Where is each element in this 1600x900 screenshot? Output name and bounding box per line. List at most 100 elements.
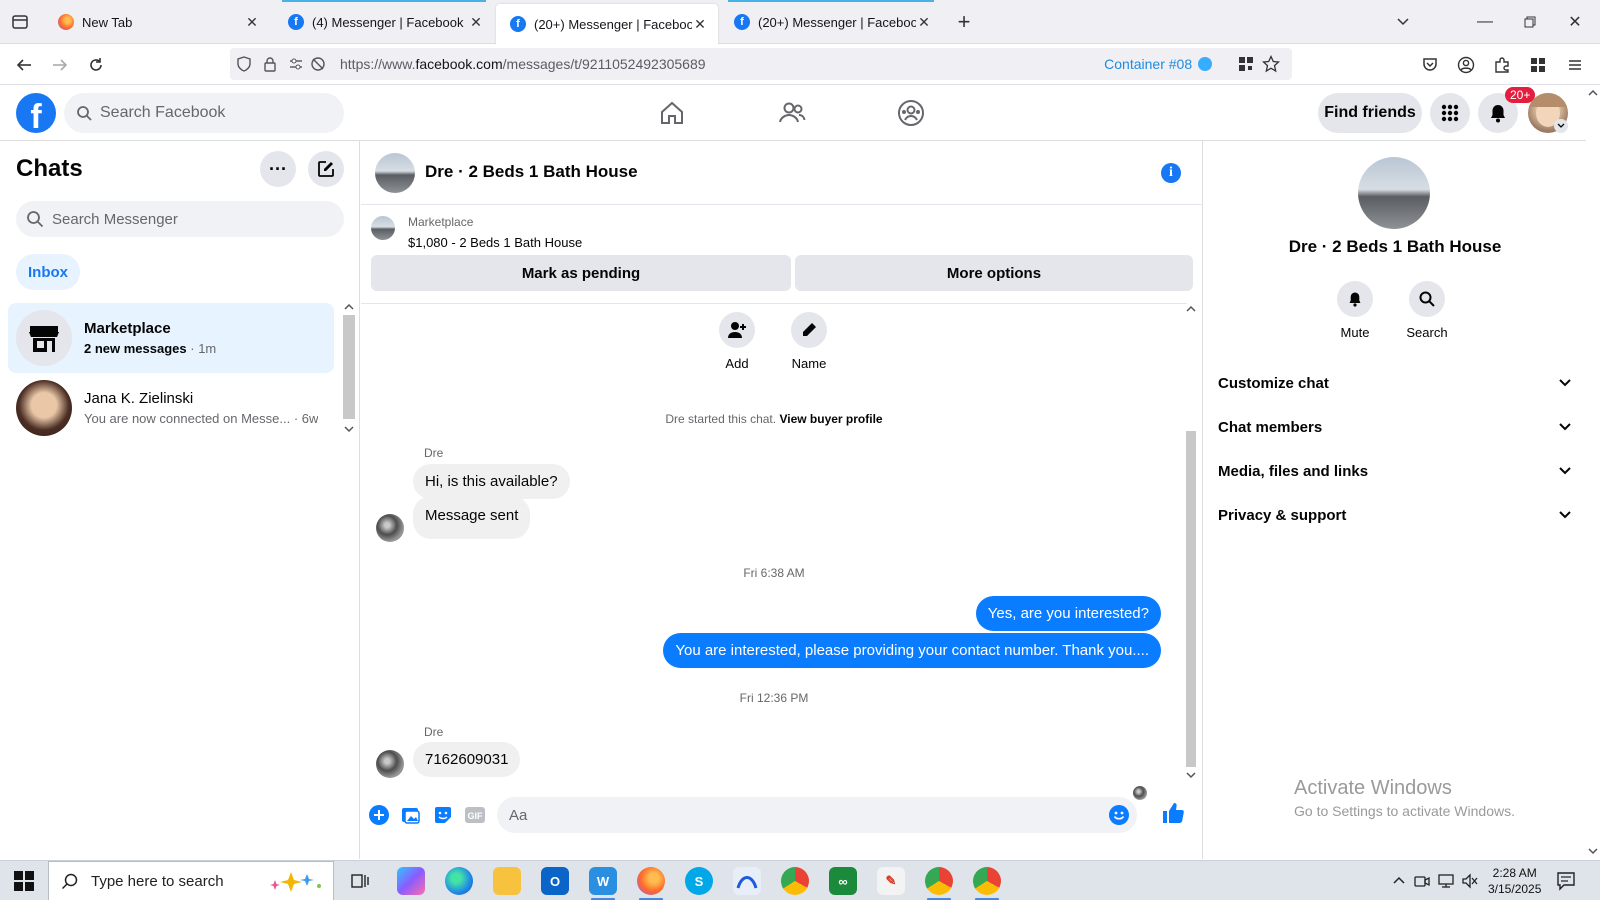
chrome-app-icon[interactable] [781,867,809,895]
chat-list-item-marketplace[interactable]: Marketplace 2 new messages · 1m [8,303,334,373]
back-arrow-icon[interactable] [12,53,36,77]
chat-list-scrollbar[interactable] [342,299,356,437]
listing-avatar[interactable] [375,153,415,193]
listing-photo-avatar[interactable] [1358,157,1430,229]
account-icon[interactable] [1454,53,1478,77]
facebook-search-input[interactable] [100,104,320,122]
copilot-app-icon[interactable] [397,867,425,895]
more-options-button[interactable]: More options [795,255,1193,291]
lock-icon[interactable] [262,56,278,72]
chat-members-section[interactable]: Chat members [1218,407,1572,447]
container-label[interactable]: Container #08 [1104,56,1212,72]
message-input-box[interactable] [497,797,1137,833]
close-tab-icon[interactable]: ✕ [244,14,260,31]
forward-arrow-icon[interactable] [48,53,72,77]
browser-tab-messenger-active[interactable]: f (20+) Messenger | Facebook ✕ [496,4,718,44]
inbox-tab[interactable]: Inbox [16,254,80,290]
messenger-search-box[interactable] [16,201,344,237]
facebook-search-box[interactable] [64,93,344,133]
thread-scrollbar[interactable] [1183,301,1199,781]
conversation-title[interactable]: Dre · 2 Beds 1 Bath House [425,162,638,182]
sender-avatar[interactable] [376,514,404,542]
groups-icon[interactable] [895,97,927,129]
messenger-search-input[interactable] [52,210,312,228]
volume-muted-icon[interactable] [1462,873,1478,889]
add-person-icon[interactable] [719,312,755,348]
browser-tab-messenger-3[interactable]: f (20+) Messenger | Facebook ✕ [720,0,942,44]
listing-price-title[interactable]: $1,080 - 2 Beds 1 Bath House [408,235,582,250]
chat-list-item-jana[interactable]: Jana K. Zielinski You are now connected … [8,373,334,443]
network-icon[interactable] [1438,873,1454,889]
search-in-conversation-button[interactable]: Search [1392,281,1462,340]
account-chevron-icon[interactable] [1554,119,1568,133]
friends-icon[interactable] [776,97,808,129]
extensions-icon[interactable] [1490,53,1514,77]
url-text[interactable]: https://www.facebook.com/messages/t/9211… [340,56,706,72]
bookmark-star-icon[interactable] [1262,55,1280,73]
arc-app-icon[interactable] [733,867,761,895]
close-tab-icon[interactable]: ✕ [692,16,708,33]
incoming-message[interactable]: Message sent [413,496,531,539]
close-tab-icon[interactable]: ✕ [468,14,484,31]
view-buyer-profile-link[interactable]: View buyer profile [779,412,882,426]
taskbar-search-box[interactable]: Type here to search [48,861,334,900]
outgoing-message[interactable]: Yes, are you interested? [975,596,1161,631]
media-files-links-section[interactable]: Media, files and links [1218,451,1572,491]
incoming-message[interactable]: 7162609031 [413,742,521,777]
edit-name-pencil-icon[interactable] [791,312,827,348]
notification-center-icon[interactable] [1556,871,1580,891]
info-icon[interactable]: i [1161,163,1181,183]
facebook-logo[interactable]: f [16,93,56,133]
chrome-profile-r-icon[interactable] [973,867,1001,900]
pocket-icon[interactable] [1418,53,1442,77]
task-view-icon[interactable] [350,871,370,891]
sticker-icon[interactable] [431,803,455,827]
listing-thumbnail[interactable] [371,216,395,240]
edge-app-icon[interactable] [445,867,473,895]
meet-now-icon[interactable] [1414,873,1430,889]
shield-icon[interactable] [236,56,252,72]
word-app-icon[interactable]: W [589,867,617,900]
emoji-icon[interactable] [1109,805,1129,825]
sender-avatar[interactable] [376,750,404,778]
tab-list-icon[interactable] [10,12,30,32]
firefox-app-icon[interactable] [637,867,665,900]
container-grid-icon[interactable] [1526,53,1550,77]
privacy-support-section[interactable]: Privacy & support [1218,495,1572,535]
new-tab-plus-icon[interactable]: + [952,9,976,34]
skype-app-icon[interactable]: S [685,867,713,895]
gif-icon[interactable]: GIF [463,803,487,827]
permissions-icon[interactable] [288,56,304,72]
find-friends-button[interactable]: Find friends [1318,93,1422,133]
page-scrollbar[interactable] [1586,85,1600,859]
mark-as-pending-button[interactable]: Mark as pending [371,255,791,291]
browser-tab-messenger-1[interactable]: f (4) Messenger | Facebook ✕ [274,0,494,44]
reload-icon[interactable] [84,53,108,77]
restore-window-icon[interactable] [1515,10,1545,34]
green-app-icon[interactable]: ∞ [829,867,857,895]
windows-start-icon[interactable] [14,871,34,891]
tracking-blocked-icon[interactable] [310,56,326,72]
close-window-icon[interactable]: ✕ [1560,10,1590,34]
photo-icon[interactable] [399,803,423,827]
address-bar[interactable]: https://www.facebook.com/messages/t/9211… [230,48,1292,80]
minimize-window-icon[interactable]: — [1470,10,1500,34]
customize-chat-section[interactable]: Customize chat [1218,363,1572,403]
message-input[interactable] [509,806,1089,824]
chrome-profile-gm-icon[interactable] [925,867,953,900]
qr-code-icon[interactable] [1238,56,1254,72]
plus-circle-icon[interactable] [367,803,391,827]
thumbs-up-icon[interactable] [1161,801,1185,825]
new-message-button[interactable] [308,151,344,187]
mute-button[interactable]: Mute [1320,281,1390,340]
menu-grid-icon[interactable] [1430,93,1470,133]
home-icon[interactable] [656,97,688,129]
list-all-tabs-chevron-icon[interactable] [1388,10,1418,34]
outlook-app-icon[interactable]: O [541,867,569,895]
paint-app-icon[interactable]: ✎ [877,867,905,895]
outgoing-message[interactable]: You are interested, please providing you… [663,633,1161,668]
taskbar-clock[interactable]: 2:28 AM 3/15/2025 [1488,865,1541,897]
incoming-message[interactable]: Hi, is this available? [413,464,570,499]
browser-tab-new-tab[interactable]: New Tab ✕ [44,0,270,44]
close-tab-icon[interactable]: ✕ [916,14,932,31]
